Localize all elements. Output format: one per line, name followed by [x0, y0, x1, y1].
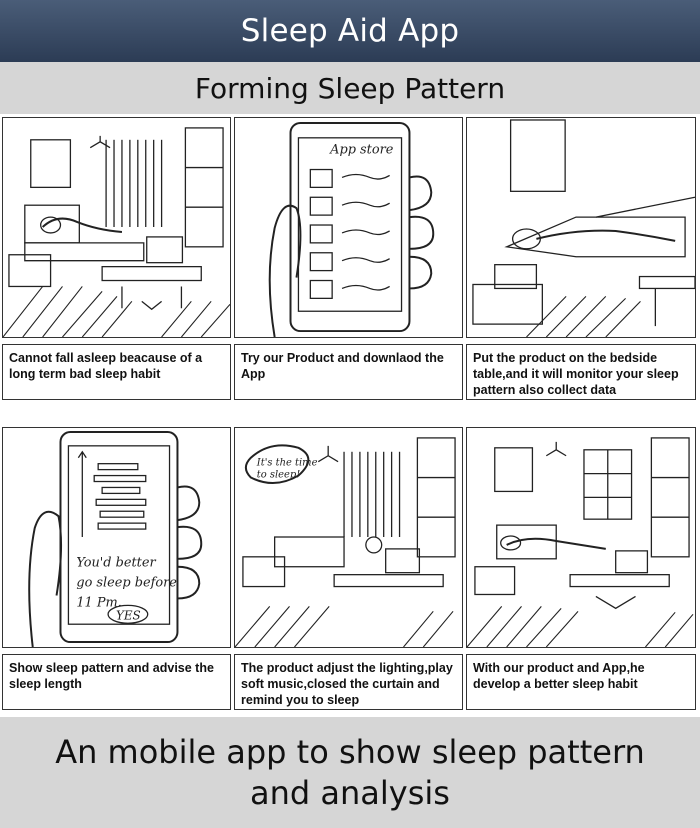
storyboard-panel-5: It's the time to sleep! The product adju…: [234, 427, 463, 715]
storyboard-panel-6: With our product and App,he develop a be…: [466, 427, 696, 715]
panel-6-sketch: [466, 427, 696, 648]
footer-tagline: An mobile app to show sleep pattern and …: [0, 717, 700, 828]
panel-3-sketch: [466, 117, 696, 338]
storyboard-panel-4: You'd better go sleep before 11 Pm. YES …: [2, 427, 231, 715]
storyboard-grid: Cannot fall asleep beacause of a long te…: [0, 117, 700, 715]
storyboard-panel-3: Put the product on the bedside table,and…: [466, 117, 696, 407]
advice-line-2: go sleep before: [76, 576, 177, 591]
panel-3-caption: Put the product on the bedside table,and…: [466, 344, 696, 400]
panel-4-sketch: You'd better go sleep before 11 Pm. YES: [2, 427, 231, 648]
section-title-bar: Forming Sleep Pattern: [0, 62, 700, 114]
panel-5-caption: The product adjust the lighting,play sof…: [234, 654, 463, 710]
bubble-line-1: It's the time: [256, 458, 318, 469]
panel-1-sketch: [2, 117, 231, 338]
bubble-line-2: to sleep!: [257, 470, 300, 481]
app-store-label: App store: [329, 143, 394, 158]
app-title: Sleep Aid App: [240, 13, 460, 49]
panel-5-sketch: It's the time to sleep!: [234, 427, 463, 648]
storyboard-panel-1: Cannot fall asleep beacause of a long te…: [2, 117, 231, 407]
footer-text: An mobile app to show sleep pattern and …: [55, 732, 645, 812]
panel-2-caption: Try our Product and downlaod the App: [234, 344, 463, 400]
section-title: Forming Sleep Pattern: [194, 71, 506, 105]
panel-1-caption: Cannot fall asleep beacause of a long te…: [2, 344, 231, 400]
app-title-bar: Sleep Aid App: [0, 0, 700, 62]
panel-6-caption: With our product and App,he develop a be…: [466, 654, 696, 710]
panel-2-sketch: App store: [234, 117, 463, 338]
panel-4-caption: Show sleep pattern and advise the sleep …: [2, 654, 231, 710]
yes-button-sketch: YES: [116, 608, 141, 622]
storyboard-panel-2: App store Try our Product and downlaod t…: [234, 117, 463, 407]
advice-line-1: You'd better: [76, 556, 156, 571]
